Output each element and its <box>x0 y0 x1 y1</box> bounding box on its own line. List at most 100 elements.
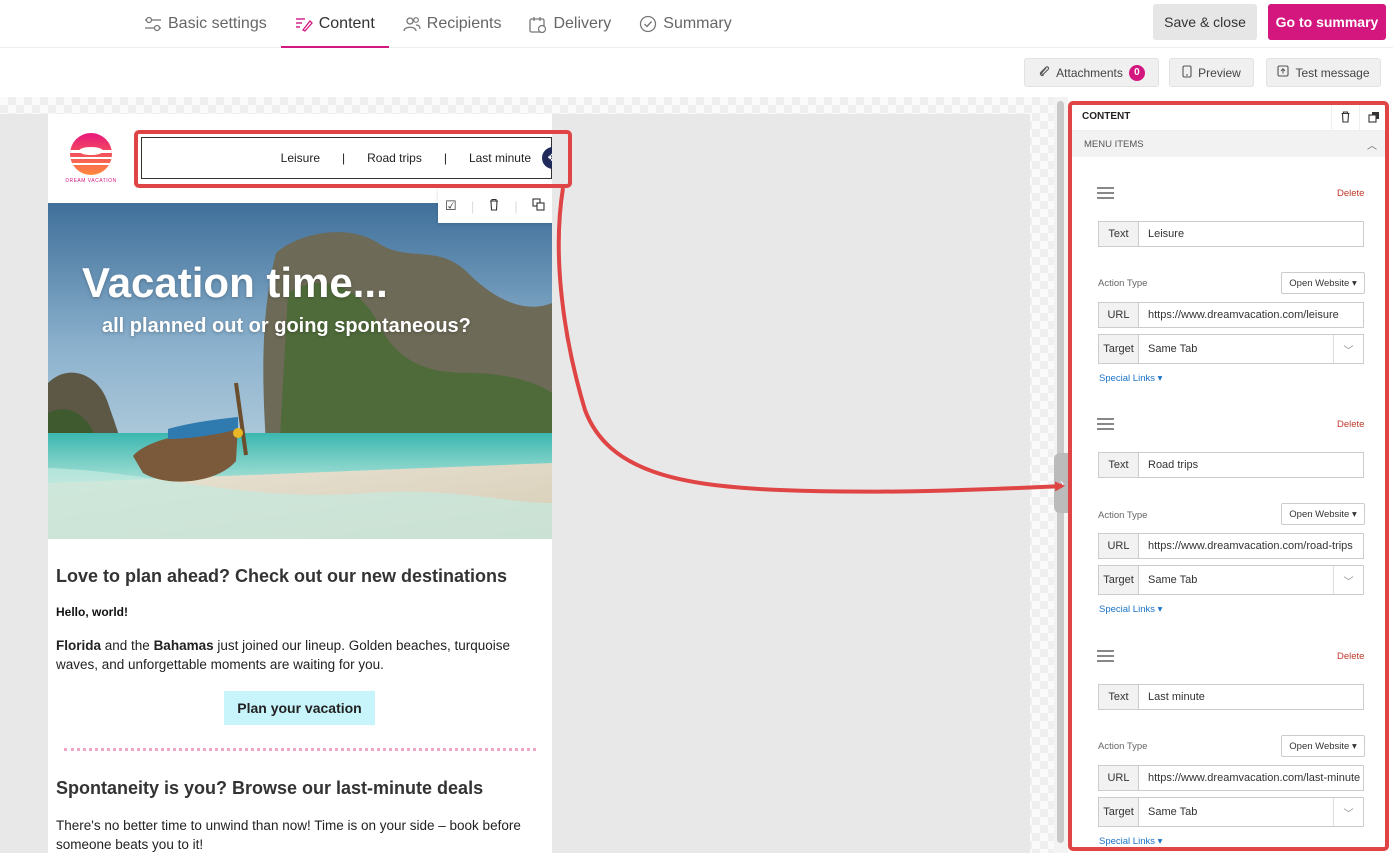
drag-handle-icon[interactable] <box>1097 418 1114 430</box>
test-message-button[interactable]: Test message <box>1266 58 1381 87</box>
target-value: Same Tab <box>1148 574 1198 586</box>
chevron-right-icon: › <box>1060 476 1064 490</box>
url-value[interactable]: https://www.dreamvacation.com/leisure <box>1139 303 1363 327</box>
menu-item-editor: Delete Text Leisure Action Type Open Web… <box>1070 163 1387 393</box>
special-links-dropdown[interactable]: Special Links ▾ <box>1099 836 1162 847</box>
text-value[interactable]: Last minute <box>1139 685 1363 709</box>
section-title-plan-ahead: Love to plan ahead? Check out our new de… <box>56 566 508 586</box>
field-label: Target <box>1099 798 1139 826</box>
paragraph-destinations: Florida and the Bahamas just joined our … <box>56 636 546 674</box>
delete-link[interactable]: Delete <box>1337 188 1364 199</box>
target-select[interactable]: Target Same Tab ﹀ <box>1098 565 1364 595</box>
email-menu-block[interactable]: Leisure | Road trips | Last minute <box>141 137 552 179</box>
users-icon <box>403 15 421 33</box>
menu-items-section-header[interactable]: MENU ITEMS ︿ <box>1070 131 1387 157</box>
hero-subtitle: all planned out or going spontaneous? <box>102 315 471 337</box>
target-value: Same Tab <box>1148 806 1198 818</box>
panel-title: CONTENT <box>1082 111 1131 122</box>
text-value[interactable]: Road trips <box>1139 453 1363 477</box>
test-message-label: Test message <box>1295 65 1370 80</box>
tab-label: Summary <box>663 15 732 32</box>
text-field[interactable]: Text Leisure <box>1098 221 1364 247</box>
tab-delivery[interactable]: Delivery <box>515 0 625 48</box>
delete-link[interactable]: Delete <box>1337 419 1364 430</box>
menu-separator: | <box>443 151 447 165</box>
paperclip-icon <box>1038 65 1050 80</box>
text-run: and the <box>101 638 154 653</box>
special-links-dropdown[interactable]: Special Links ▾ <box>1099 373 1162 384</box>
top-header: Basic settings Content Recipients Delive… <box>0 0 1393 48</box>
trash-icon[interactable] <box>488 198 500 214</box>
preview-button[interactable]: Preview <box>1169 58 1254 87</box>
delete-link[interactable]: Delete <box>1337 651 1364 662</box>
menu-item-last-minute[interactable]: Last minute <box>469 151 531 165</box>
target-value: Same Tab <box>1148 343 1198 355</box>
text-field[interactable]: Text Road trips <box>1098 452 1364 478</box>
tab-summary[interactable]: Summary <box>625 0 745 48</box>
url-field[interactable]: URL https://www.dreamvacation.com/last-m… <box>1098 765 1364 791</box>
target-select[interactable]: Target Same Tab ﹀ <box>1098 334 1364 364</box>
action-type-select[interactable]: Open Website ▾ <box>1281 735 1365 757</box>
dotted-divider <box>64 748 536 751</box>
menu-separator: | <box>342 151 346 165</box>
hero-image: Vacation time... all planned out or goin… <box>48 203 552 539</box>
bold-florida: Florida <box>56 638 102 653</box>
tab-basic-settings[interactable]: Basic settings <box>130 0 281 48</box>
url-value[interactable]: https://www.dreamvacation.com/road-trips <box>1139 534 1363 558</box>
tab-content[interactable]: Content <box>280 0 389 48</box>
menu-item-leisure[interactable]: Leisure <box>281 151 320 165</box>
hero-title: Vacation time... <box>82 259 388 306</box>
logo-text: DREAM VACATION <box>65 178 117 184</box>
special-links-dropdown[interactable]: Special Links ▾ <box>1099 604 1162 615</box>
action-type-label: Action Type <box>1098 510 1148 521</box>
email-preview: DREAM VACATION Leisure | Road trips | La… <box>48 114 552 853</box>
target-select[interactable]: Target Same Tab ﹀ <box>1098 797 1364 827</box>
tab-label: Content <box>318 15 375 32</box>
duplicate-icon[interactable] <box>1359 103 1387 131</box>
panel-collapse-handle[interactable]: › <box>1054 453 1070 513</box>
url-field[interactable]: URL https://www.dreamvacation.com/road-t… <box>1098 533 1364 559</box>
action-type-select[interactable]: Open Website ▾ <box>1281 272 1365 294</box>
text-value[interactable]: Leisure <box>1139 222 1363 246</box>
attachments-count-badge: 0 <box>1128 64 1145 81</box>
mobile-icon <box>1182 64 1192 81</box>
tab-label: Recipients <box>426 15 502 32</box>
menu-item-road-trips[interactable]: Road trips <box>367 151 422 165</box>
drag-handle-icon[interactable] <box>1097 650 1114 662</box>
select-icon[interactable]: ☑ <box>445 198 457 214</box>
chevron-down-icon[interactable]: ﹀ <box>1333 798 1363 826</box>
attachments-button[interactable]: Attachments 0 <box>1024 58 1159 87</box>
chevron-down-icon[interactable]: ﹀ <box>1333 335 1363 363</box>
save-close-button[interactable]: Save & close <box>1153 4 1257 40</box>
url-value[interactable]: https://www.dreamvacation.com/last-minut… <box>1139 766 1363 790</box>
trash-icon[interactable] <box>1331 103 1359 131</box>
field-label: Text <box>1099 685 1139 709</box>
action-type-select[interactable]: Open Website ▾ <box>1281 503 1365 525</box>
plan-vacation-button[interactable]: Plan your vacation <box>224 691 375 725</box>
menu-item-editor: Delete Text Last minute Action Type Open… <box>1070 626 1387 849</box>
field-label: Text <box>1099 453 1139 477</box>
tab-recipients[interactable]: Recipients <box>389 0 516 48</box>
editor-root: Basic settings Content Recipients Delive… <box>0 0 1393 853</box>
content-properties-panel: CONTENT MENU ITEMS ︿ Delete Text Leisure <box>1070 103 1387 849</box>
url-field[interactable]: URL https://www.dreamvacation.com/leisur… <box>1098 302 1364 328</box>
section-title: MENU ITEMS <box>1084 138 1144 150</box>
chevron-up-icon: ︿ <box>1367 141 1377 152</box>
chevron-down-icon[interactable]: ﹀ <box>1333 566 1363 594</box>
field-label: Text <box>1099 222 1139 246</box>
text-field[interactable]: Text Last minute <box>1098 684 1364 710</box>
tab-label: Delivery <box>553 15 612 32</box>
go-to-summary-button[interactable]: Go to summary <box>1268 4 1386 40</box>
drag-handle-icon[interactable] <box>1097 187 1114 199</box>
field-label: URL <box>1099 534 1139 558</box>
section-title-last-minute: Spontaneity is you? Browse our last-minu… <box>56 778 484 798</box>
step-tabs: Basic settings Content Recipients Delive… <box>130 0 746 48</box>
paragraph-last-minute: There's no better time to unwind than no… <box>56 818 521 852</box>
preview-label: Preview <box>1198 65 1241 80</box>
field-label: Target <box>1099 566 1139 594</box>
beach-photo <box>48 203 552 539</box>
block-action-toolbar: ☑ | | <box>438 189 552 223</box>
send-test-icon <box>1277 65 1290 80</box>
attachments-label: Attachments <box>1056 65 1123 80</box>
duplicate-icon[interactable] <box>532 198 545 214</box>
